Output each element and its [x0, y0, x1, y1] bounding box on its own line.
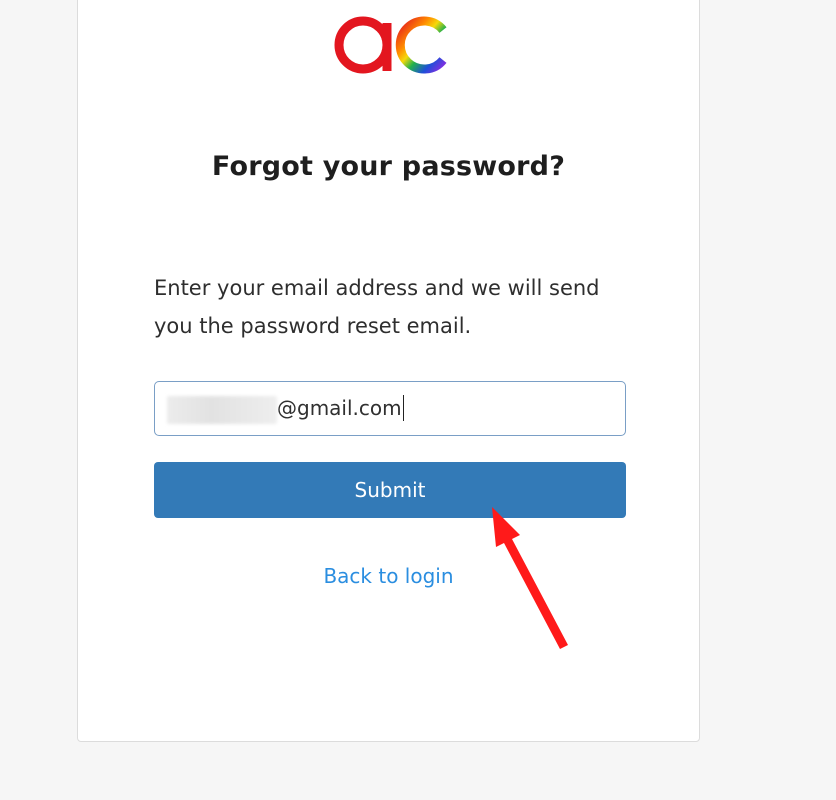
submit-button[interactable]: Submit: [154, 462, 626, 518]
ac-logo: [334, 16, 447, 74]
email-field[interactable]: @gmail.com: [154, 381, 626, 436]
back-to-login-link[interactable]: Back to login: [78, 564, 699, 588]
page-title: Forgot your password?: [211, 151, 566, 182]
instructions-text: Enter your email address and we will sen…: [154, 276, 600, 338]
forgot-password-card: Forgot your password? Enter your email a…: [77, 0, 700, 742]
page: Forgot your password? Enter your email a…: [0, 0, 836, 800]
redacted-email-username: [167, 396, 277, 424]
email-field-value: @gmail.com: [277, 394, 405, 423]
text-cursor: [402, 394, 405, 421]
